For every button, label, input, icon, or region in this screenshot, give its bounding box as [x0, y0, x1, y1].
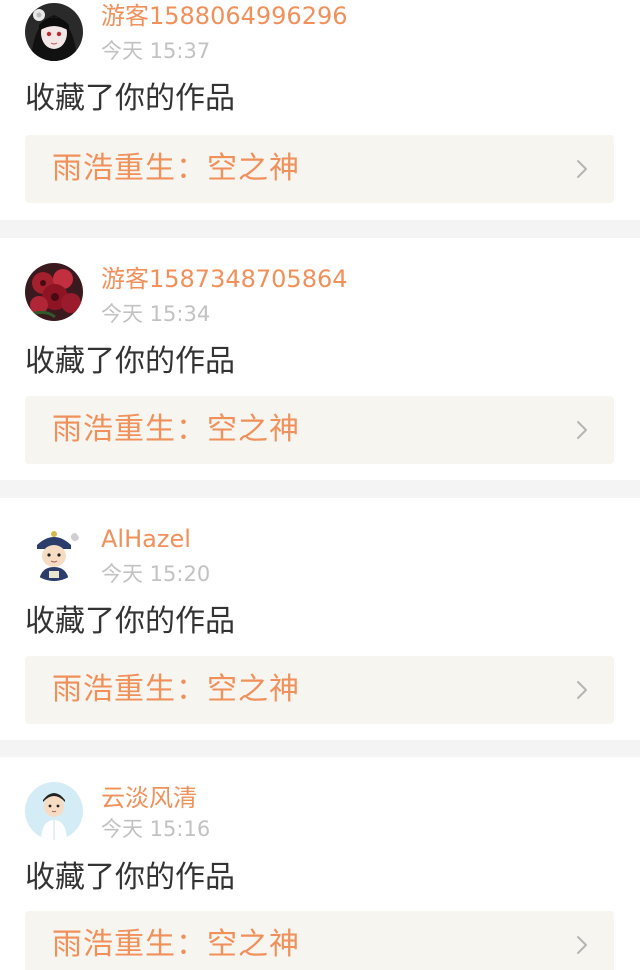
notification-card: AlHazel 今天 15:20 收藏了你的作品 雨浩重生：空之神 — [0, 498, 640, 740]
work-link[interactable]: 雨浩重生：空之神 — [25, 396, 614, 464]
username[interactable]: 云淡风清 — [101, 784, 197, 812]
red-flowers-avatar-icon[interactable] — [25, 263, 83, 321]
anime-girl-avatar-icon[interactable] — [25, 3, 83, 61]
work-link[interactable]: 雨浩重生：空之神 — [25, 135, 614, 203]
username[interactable]: AlHazel — [101, 525, 191, 553]
work-link[interactable]: 雨浩重生：空之神 — [25, 656, 614, 724]
notification-card: 游客1587348705864 今天 15:34 收藏了你的作品 雨浩重生：空之… — [0, 238, 640, 480]
timestamp: 今天 15:37 — [101, 39, 211, 63]
notification-card: 游客1588064996296 今天 15:37 收藏了你的作品 雨浩重生：空之… — [0, 0, 640, 220]
work-title: 雨浩重生：空之神 — [52, 412, 300, 447]
action-text: 收藏了你的作品 — [25, 860, 235, 895]
timestamp: 今天 15:20 — [101, 562, 211, 586]
chevron-right-icon — [577, 681, 587, 699]
work-title: 雨浩重生：空之神 — [52, 672, 300, 707]
cartoon-boy-avatar-icon[interactable] — [25, 782, 83, 840]
action-text: 收藏了你的作品 — [25, 604, 235, 639]
timestamp: 今天 15:34 — [101, 302, 211, 326]
work-title: 雨浩重生：空之神 — [52, 927, 300, 962]
action-text: 收藏了你的作品 — [25, 81, 235, 116]
username[interactable]: 游客1587348705864 — [101, 265, 348, 293]
work-link[interactable]: 雨浩重生：空之神 — [25, 911, 614, 970]
timestamp: 今天 15:16 — [101, 817, 211, 841]
action-text: 收藏了你的作品 — [25, 344, 235, 379]
chevron-right-icon — [577, 936, 587, 954]
username[interactable]: 游客1588064996296 — [101, 2, 348, 30]
chevron-right-icon — [577, 421, 587, 439]
cartoon-official-avatar-icon[interactable] — [25, 523, 83, 581]
chevron-right-icon — [577, 160, 587, 178]
work-title: 雨浩重生：空之神 — [52, 151, 300, 186]
notification-card: 云淡风清 今天 15:16 收藏了你的作品 雨浩重生：空之神 — [0, 757, 640, 970]
notification-feed: 游客1588064996296 今天 15:37 收藏了你的作品 雨浩重生：空之… — [0, 0, 640, 970]
